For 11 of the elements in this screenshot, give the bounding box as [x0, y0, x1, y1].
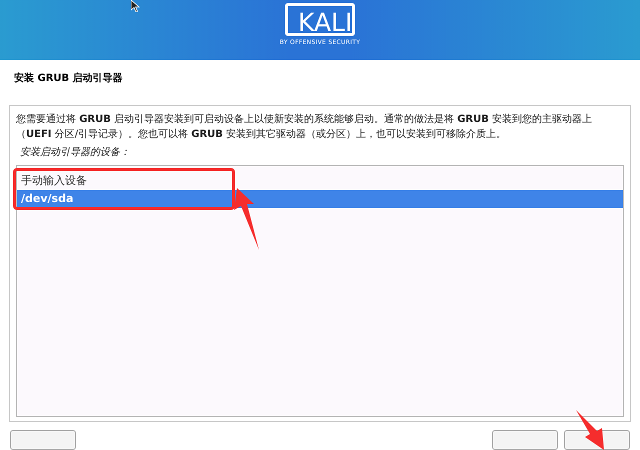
list-item[interactable]: /dev/sda [17, 190, 623, 208]
list-item[interactable]: 手动输入设备 [17, 172, 623, 190]
annotation-arrow [576, 410, 606, 450]
button[interactable] [492, 430, 558, 450]
logo: KALI [285, 3, 355, 36]
button[interactable] [10, 430, 76, 450]
page-title: 安装 GRUB 启动引导器 [13, 71, 124, 86]
description: 您需要通过将 GRUB 启动引导器安装到可启动设备上以使新安装的系统能够启动。通常的做法是将 GRUB 安装到您的主驱动器上（UEFI 分区/引导记录）。您也可以将 GRUB 安装到其它驱动器（或分区）上，也可以安装到可移除介质上。 [16, 112, 594, 142]
annotation-arrow [232, 188, 262, 250]
field-label: 安装启动引导器的设备： [20, 146, 131, 159]
cursor-icon [131, 0, 140, 12]
